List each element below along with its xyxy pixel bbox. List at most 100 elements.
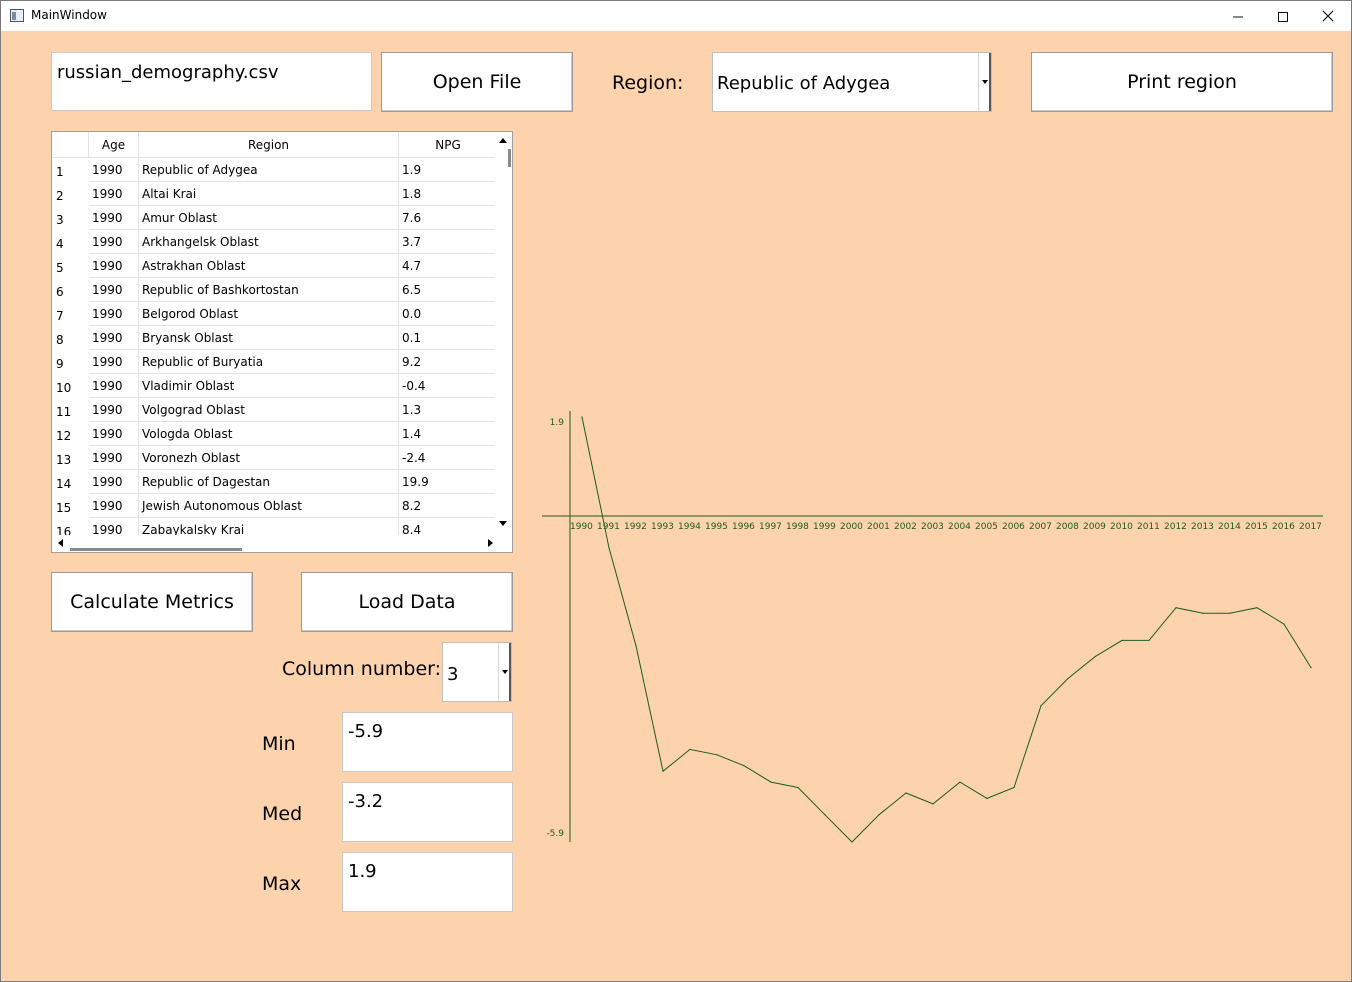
max-value-field[interactable]: 1.9 (342, 852, 513, 912)
minimize-button[interactable] (1215, 1, 1261, 31)
maximize-button[interactable] (1260, 1, 1306, 31)
table-row[interactable]: 14 1990 Republic of Dagestan 19.9 (52, 470, 497, 494)
y-tick-label: 1.9 (550, 418, 565, 428)
cell-npg: 8.2 (399, 494, 497, 518)
cell-age: 1990 (89, 518, 139, 536)
cell-npg: 0.0 (399, 302, 497, 326)
row-index: 16 (56, 525, 72, 536)
cell-age: 1990 (89, 446, 139, 470)
table-row[interactable]: 13 1990 Voronezh Oblast -2.4 (52, 446, 497, 470)
cell-region: Republic of Adygea (139, 158, 399, 182)
npg-data-point (1175, 607, 1177, 609)
x-tick-label: 2013 (1191, 522, 1214, 532)
vertical-scroll-thumb[interactable] (508, 149, 511, 167)
x-tick-label: 1991 (597, 522, 620, 532)
table-row[interactable]: 9 1990 Republic of Buryatia 9.2 (52, 350, 497, 374)
column-header-region[interactable]: Region (139, 132, 399, 158)
column-number-select[interactable]: 3 (442, 642, 512, 702)
y-tick-label: -5.9 (546, 829, 564, 839)
data-table[interactable]: Age Region NPG 1 1990 Republic of Adygea 1.… (51, 131, 513, 553)
column-header-npg[interactable]: NPG (399, 132, 497, 158)
minimize-icon (1233, 16, 1243, 17)
cell-npg: 1.4 (399, 422, 497, 446)
cell-npg: 4.7 (399, 254, 497, 278)
scroll-right-icon[interactable] (488, 539, 493, 547)
cell-age: 1990 (89, 182, 139, 206)
npg-data-point (1067, 677, 1069, 680)
load-data-button[interactable]: Load Data (301, 572, 513, 632)
corner-header[interactable] (52, 132, 89, 158)
region-label: Region: (612, 72, 684, 94)
cell-npg: 19.9 (399, 470, 497, 494)
med-label: Med (262, 803, 303, 825)
min-value-field[interactable]: -5.9 (342, 712, 513, 772)
x-tick-label: 1999 (813, 522, 836, 532)
table-row[interactable]: 6 1990 Republic of Bashkortostan 6.5 (52, 278, 497, 302)
row-index: 7 (56, 309, 64, 323)
table-row[interactable]: 15 1990 Jewish Autonomous Oblast 8.2 (52, 494, 497, 518)
x-tick-label: 2002 (894, 522, 917, 532)
open-file-button[interactable]: Open File (381, 52, 573, 112)
file-path-field[interactable]: russian_demography.csv (51, 52, 372, 111)
scroll-down-icon[interactable] (499, 521, 507, 526)
calculate-metrics-button[interactable]: Calculate Metrics (51, 572, 253, 632)
cell-region: Vologda Oblast (139, 422, 399, 446)
scroll-up-icon[interactable] (499, 138, 507, 143)
npg-data-point (1040, 705, 1042, 707)
cell-age: 1990 (89, 206, 139, 230)
table-row[interactable]: 8 1990 Bryansk Oblast 0.1 (52, 326, 497, 350)
min-label: Min (262, 733, 296, 755)
table-row[interactable]: 7 1990 Belgorod Oblast 0.0 (52, 302, 497, 326)
table-row[interactable]: 10 1990 Vladimir Oblast -0.4 (52, 374, 497, 398)
cell-npg: 7.6 (399, 206, 497, 230)
close-button[interactable] (1305, 1, 1351, 31)
region-select[interactable]: Republic of Adygea (712, 52, 992, 112)
row-index: 12 (56, 429, 72, 443)
cell-npg: 8.4 (399, 518, 497, 536)
cell-region: Belgorod Oblast (139, 302, 399, 326)
cell-npg: 1.8 (399, 182, 497, 206)
table-row[interactable]: 11 1990 Volgograd Oblast 1.3 (52, 398, 497, 422)
horizontal-scrollbar[interactable] (52, 535, 497, 552)
cell-npg: -2.4 (399, 446, 497, 470)
cell-region: Vladimir Oblast (139, 374, 399, 398)
table-row[interactable]: 4 1990 Arkhangelsk Oblast 3.7 (52, 230, 497, 254)
npg-series-line (581, 416, 1312, 843)
print-region-button[interactable]: Print region (1031, 52, 1333, 112)
cell-age: 1990 (89, 422, 139, 446)
app-window-icon (10, 9, 24, 22)
table-row[interactable]: 16 1990 Zabaykalsky Krai 8.4 (52, 518, 497, 536)
cell-region: Republic of Buryatia (139, 350, 399, 374)
combo-edge (509, 643, 511, 701)
cell-age: 1990 (89, 374, 139, 398)
column-header-age[interactable]: Age (89, 132, 139, 158)
cell-npg: 9.2 (399, 350, 497, 374)
cell-age: 1990 (89, 398, 139, 422)
table-row[interactable]: 2 1990 Altai Krai 1.8 (52, 182, 497, 206)
cell-region: Arkhangelsk Oblast (139, 230, 399, 254)
cell-region: Amur Oblast (139, 206, 399, 230)
table-row[interactable]: 3 1990 Amur Oblast 7.6 (52, 206, 497, 230)
x-tick-label: 2012 (1164, 522, 1187, 532)
row-index: 9 (56, 357, 64, 371)
cell-age: 1990 (89, 326, 139, 350)
column-number-label: Column number: (282, 658, 442, 680)
cell-npg: -0.4 (399, 374, 497, 398)
row-index: 3 (56, 213, 64, 227)
x-tick-label: 1996 (732, 522, 755, 532)
horizontal-scroll-thumb[interactable] (70, 548, 242, 551)
cell-region: Jewish Autonomous Oblast (139, 494, 399, 518)
client-area: russian_demography.csv Open File Region:… (1, 31, 1351, 981)
scroll-left-icon[interactable] (58, 539, 63, 547)
x-tick-label: 1990 (570, 522, 593, 532)
window-title: MainWindow (31, 8, 107, 22)
npg-data-point (1229, 612, 1231, 614)
x-tick-label: 2016 (1272, 522, 1295, 532)
npg-data-point (851, 841, 853, 843)
vertical-scrollbar[interactable] (495, 132, 512, 536)
table-row[interactable]: 12 1990 Vologda Oblast 1.4 (52, 422, 497, 446)
table-row[interactable]: 5 1990 Astrakhan Oblast 4.7 (52, 254, 497, 278)
med-value-field[interactable]: -3.2 (342, 782, 513, 842)
table-row[interactable]: 1 1990 Republic of Adygea 1.9 (52, 158, 497, 182)
npg-data-point (1094, 656, 1096, 658)
